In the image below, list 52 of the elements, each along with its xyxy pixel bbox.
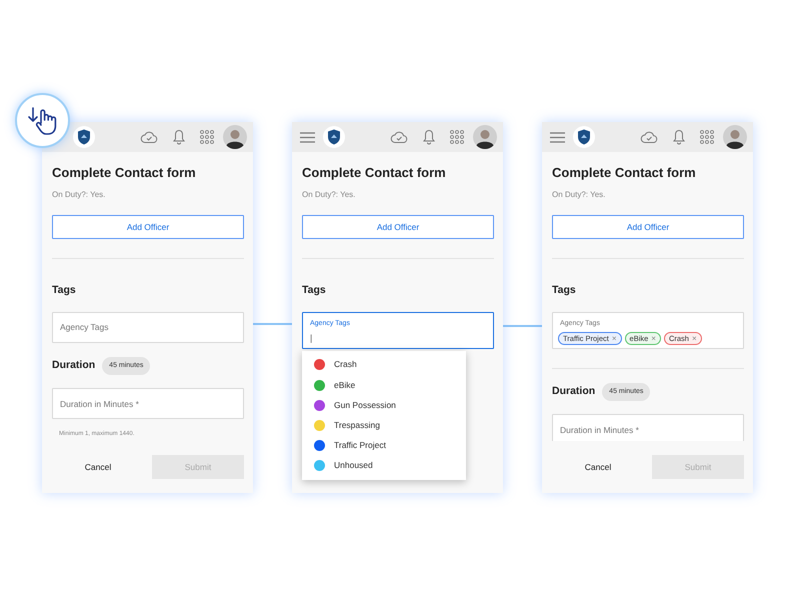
status-text: On Duty?: Yes.: [302, 190, 356, 200]
text-cursor: |: [310, 332, 314, 342]
option-label: Trespassing: [334, 419, 380, 432]
status-text: On Duty?: Yes.: [52, 190, 106, 200]
apps-grid-icon[interactable]: [450, 130, 464, 144]
status-text: On Duty?: Yes.: [552, 190, 606, 200]
add-officer-button[interactable]: Add Officer: [302, 215, 494, 239]
duration-field[interactable]: Duration in Minutes *: [552, 414, 744, 441]
shield-logo-icon: [323, 126, 345, 148]
apps-grid-icon[interactable]: [700, 130, 714, 144]
add-officer-button[interactable]: Add Officer: [552, 215, 744, 239]
cancel-button[interactable]: Cancel: [552, 460, 644, 474]
menu-icon[interactable]: [550, 132, 565, 142]
avatar-icon[interactable]: [223, 125, 247, 149]
cancel-button[interactable]: Cancel: [52, 460, 144, 474]
option-label: Unhoused: [334, 459, 373, 472]
bell-icon[interactable]: [172, 129, 186, 145]
tap-scroll-icon: [26, 104, 58, 136]
dropdown-option[interactable]: Trespassing: [302, 415, 466, 436]
shield-logo-icon: [573, 126, 595, 148]
form-title: Complete Contact form: [552, 165, 697, 181]
apps-grid-icon[interactable]: [200, 130, 214, 144]
dropdown-option[interactable]: Gun Possession: [302, 395, 466, 416]
duration-field[interactable]: Duration in Minutes *: [52, 388, 244, 420]
shield-logo-icon: [73, 126, 95, 148]
section-heading: Tags: [552, 283, 576, 298]
bell-icon[interactable]: [672, 129, 686, 145]
section-heading: Tags: [302, 283, 326, 298]
cloud-check-icon[interactable]: [390, 130, 408, 144]
connector-line: [253, 323, 292, 324]
section-heading: Tags: [52, 283, 76, 298]
dropdown-option[interactable]: Traffic Project: [302, 436, 466, 456]
bell-icon[interactable]: [422, 129, 436, 145]
add-officer-button[interactable]: Add Officer: [52, 215, 244, 239]
form-title: Complete Contact form: [302, 165, 447, 181]
section-heading: Duration: [552, 384, 596, 400]
option-label: eBike: [334, 378, 356, 392]
connector-line: [503, 325, 542, 326]
cloud-check-icon[interactable]: [640, 130, 658, 144]
dropdown-option[interactable]: eBike: [302, 374, 466, 396]
cloud-check-icon[interactable]: [140, 130, 158, 144]
form-title: Complete Contact form: [52, 165, 197, 181]
option-label: Gun Possession: [334, 398, 396, 412]
tags-field[interactable]: Agency Tags: [52, 312, 244, 343]
section-heading: Duration: [52, 358, 96, 374]
dropdown-option[interactable]: Unhoused: [302, 456, 466, 476]
dropdown-option[interactable]: Crash: [302, 354, 466, 375]
option-label: Crash: [334, 358, 357, 372]
menu-icon[interactable]: [300, 132, 315, 142]
option-label: Traffic Project: [334, 439, 386, 452]
avatar-icon[interactable]: [473, 125, 497, 149]
avatar-icon[interactable]: [723, 125, 747, 149]
